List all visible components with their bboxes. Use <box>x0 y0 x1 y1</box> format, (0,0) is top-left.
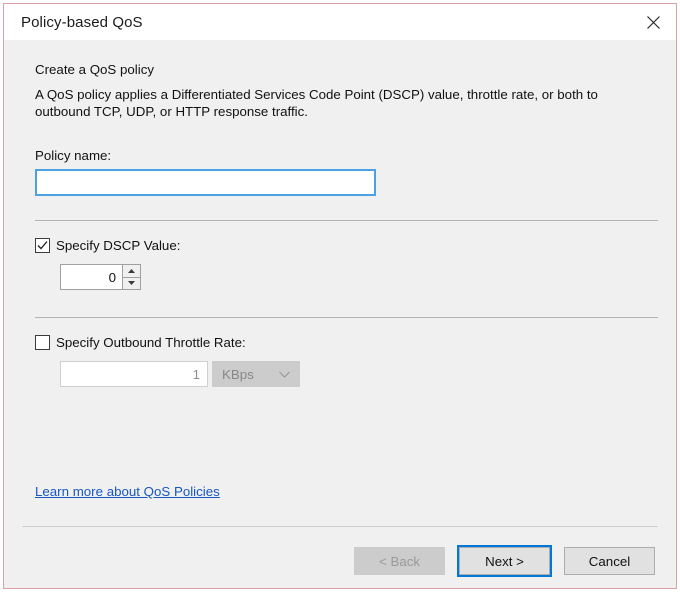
dscp-spinner-down-button[interactable] <box>123 277 140 289</box>
next-button-label: Next > <box>459 547 550 575</box>
separator-1 <box>35 220 658 221</box>
dialog-footer: < Back Next > Cancel <box>4 526 676 588</box>
policy-name-input[interactable] <box>35 169 376 196</box>
throttle-rate-row: KBps <box>60 361 658 387</box>
dialog-content: Create a QoS policy A QoS policy applies… <box>4 40 676 387</box>
footer-button-group: < Back Next > Cancel <box>354 545 655 577</box>
throttle-unit-value: KBps <box>222 366 254 382</box>
specify-dscp-label: Specify DSCP Value: <box>56 238 181 253</box>
policy-based-qos-dialog: Policy-based QoS Create a QoS policy A Q… <box>3 3 677 589</box>
chevron-down-icon <box>127 280 136 286</box>
dscp-spinner-buttons[interactable] <box>122 264 141 290</box>
specify-dscp-checkbox-row[interactable]: Specify DSCP Value: <box>35 238 658 253</box>
policy-name-label: Policy name: <box>35 148 112 163</box>
dscp-value-input[interactable] <box>60 264 122 290</box>
back-button[interactable]: < Back <box>354 547 445 575</box>
specify-dscp-checkbox[interactable] <box>35 238 50 253</box>
learn-more-link[interactable]: Learn more about QoS Policies <box>35 484 220 499</box>
specify-throttle-checkbox-row[interactable]: Specify Outbound Throttle Rate: <box>35 335 658 350</box>
title-bar: Policy-based QoS <box>4 4 676 40</box>
chevron-down-icon <box>278 370 291 379</box>
page-description: A QoS policy applies a Differentiated Se… <box>35 87 598 119</box>
close-icon <box>646 15 661 30</box>
separator-2 <box>35 317 658 318</box>
page-title: Create a QoS policy <box>35 62 154 77</box>
close-button[interactable] <box>630 4 676 40</box>
dscp-value-stepper[interactable] <box>60 264 658 290</box>
window-title: Policy-based QoS <box>21 13 143 31</box>
throttle-unit-select[interactable]: KBps <box>212 361 300 387</box>
next-button[interactable]: Next > <box>457 545 552 577</box>
specify-throttle-label: Specify Outbound Throttle Rate: <box>56 335 246 350</box>
specify-throttle-checkbox[interactable] <box>35 335 50 350</box>
dialog-body: Create a QoS policy A QoS policy applies… <box>4 40 676 588</box>
cancel-button[interactable]: Cancel <box>564 547 655 575</box>
throttle-rate-input[interactable] <box>60 361 208 387</box>
dscp-spinner-up-button[interactable] <box>123 265 140 278</box>
footer-separator <box>22 526 658 527</box>
chevron-up-icon <box>127 268 136 274</box>
